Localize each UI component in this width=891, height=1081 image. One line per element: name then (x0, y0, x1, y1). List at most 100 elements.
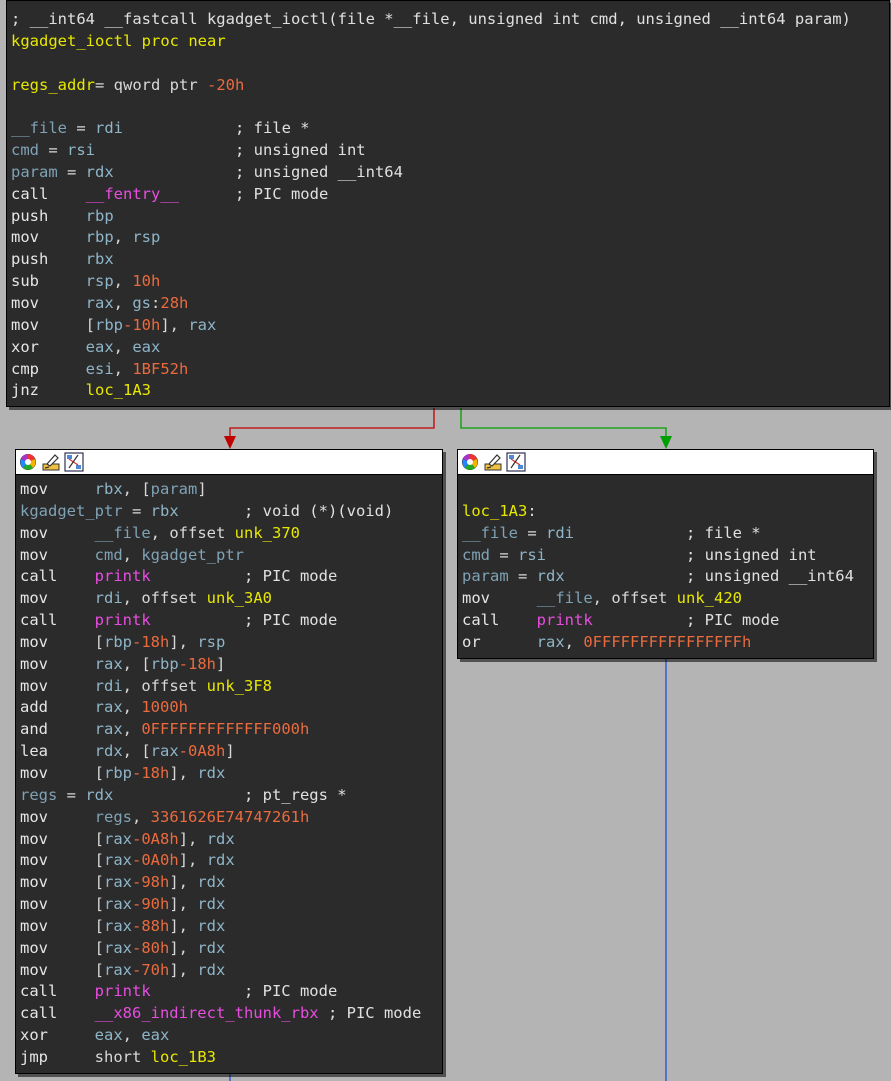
code-line[interactable]: mov rbx, [param] (20, 479, 442, 501)
code-line[interactable]: mov regs, 3361626E74747261h (20, 807, 442, 829)
code-line[interactable] (462, 479, 873, 501)
code-line[interactable]: call __x86_indirect_thunk_rbx ; PIC mode (20, 1003, 442, 1025)
code-block-false-branch[interactable]: mov rbx, [param] kgadget_ptr = rbx ; void… (15, 449, 443, 1074)
token-name[interactable]: kgadget_ioctl (11, 32, 132, 50)
code-line[interactable]: call printk ; PIC mode (20, 981, 442, 1003)
code-line[interactable]: kgadget_ptr = rbx ; void (*)(void) (20, 501, 442, 523)
token-label[interactable]: unk_420 (677, 589, 742, 607)
code-line[interactable]: sub rsp, 10h (11, 271, 889, 293)
code-line[interactable]: mov [rax-90h], rdx (20, 894, 442, 916)
code-line[interactable]: mov [rax-80h], rdx (20, 938, 442, 960)
token-func[interactable]: __fentry__ (86, 185, 179, 203)
code-line[interactable]: call printk ; PIC mode (20, 566, 442, 588)
token-label[interactable]: unk_370 (235, 524, 300, 542)
code-line[interactable]: add rax, 1000h (20, 697, 442, 719)
code-line[interactable]: or rax, 0FFFFFFFFFFFFFFFFh (462, 632, 873, 654)
token-comment: ; unsigned int (95, 141, 366, 160)
code-line[interactable]: mov [rbp-18h], rdx (20, 763, 442, 785)
code-line[interactable] (11, 53, 889, 75)
token-plain: , offset (122, 676, 207, 695)
code-line[interactable]: cmp esi, 1BF52h (11, 359, 889, 381)
code-line[interactable]: cmd = rsi ; unsigned int (11, 140, 889, 162)
code-line[interactable]: mov rdi, offset unk_3F8 (20, 676, 442, 698)
token-plain: : (527, 501, 537, 520)
code-line[interactable]: param = rdx ; unsigned __int64 (462, 566, 873, 588)
code-line[interactable]: cmd = rsi ; unsigned int (462, 545, 873, 567)
color-palette-icon[interactable] (460, 452, 480, 472)
code-line[interactable]: ; __int64 __fastcall kgadget_ioctl(file … (11, 9, 889, 31)
token-plain: , (113, 359, 133, 378)
code-line[interactable]: jmp short loc_1B3 (20, 1047, 442, 1069)
graph-nodes-icon[interactable] (506, 452, 526, 472)
token-func[interactable]: printk (537, 611, 593, 629)
code-line[interactable]: mov [rax-0A8h], rdx (20, 829, 442, 851)
code-line[interactable]: lea rdx, [rax-0A8h] (20, 741, 442, 763)
token-reg: rbp (104, 632, 133, 651)
code-line[interactable]: kgadget_ioctl proc near (11, 31, 889, 53)
code-line[interactable]: jnz loc_1A3 (11, 380, 889, 402)
code-line[interactable]: loc_1A3: (462, 501, 873, 523)
code-line[interactable]: mov rdi, offset unk_3A0 (20, 588, 442, 610)
code-line[interactable]: mov rbp, rsp (11, 227, 889, 249)
code-line[interactable]: mov __file, offset unk_420 (462, 588, 873, 610)
code-block-true-branch[interactable]: loc_1A3: __file = rdi ; file * cmd = rsi ;… (457, 449, 874, 659)
code-line[interactable]: mov [rbp-10h], rax (11, 315, 889, 337)
code-line[interactable]: mov rax, [rbp-18h] (20, 654, 442, 676)
graph-nodes-icon[interactable] (64, 452, 84, 472)
token-label[interactable]: loc_1A3 (462, 502, 527, 520)
token-var: cmd (94, 545, 123, 564)
code-line[interactable]: and rax, 0FFFFFFFFFFFFF000h (20, 719, 442, 741)
code-line[interactable]: __file = rdi ; file * (462, 523, 873, 545)
token-num: -0A0h (132, 851, 179, 870)
code-line[interactable]: xor eax, eax (11, 337, 889, 359)
code-line[interactable] (11, 96, 889, 118)
token-plain: ], (169, 873, 198, 892)
color-palette-icon[interactable] (18, 452, 38, 472)
code-block-entry[interactable]: ; __int64 __fastcall kgadget_ioctl(file … (6, 0, 890, 407)
token-label[interactable]: loc_1B3 (151, 1048, 216, 1066)
code-line[interactable]: mov cmd, kgadget_ptr (20, 545, 442, 567)
rename-edit-icon[interactable] (483, 452, 503, 472)
token-func[interactable]: printk (95, 611, 151, 629)
token-mnem: or (462, 632, 481, 651)
code-line[interactable]: regs = rdx ; pt_regs * (20, 785, 442, 807)
token-label[interactable]: unk_3F8 (207, 677, 272, 695)
code-line[interactable]: mov __file, offset unk_370 (20, 523, 442, 545)
token-var: regs (94, 807, 132, 826)
rename-edit-icon[interactable] (41, 452, 61, 472)
token-reg: esi (85, 359, 114, 378)
token-func[interactable]: printk (95, 982, 151, 1000)
token-reg: rax (94, 698, 123, 717)
edge-true-branch (460, 408, 667, 440)
token-comment: ; PIC mode (592, 611, 780, 630)
code-line[interactable]: mov [rax-98h], rdx (20, 872, 442, 894)
token-func[interactable]: printk (95, 567, 151, 585)
token-mnem: and (20, 720, 48, 739)
code-line[interactable]: xor eax, eax (20, 1025, 442, 1047)
token-mnem: call (20, 567, 58, 586)
code-line[interactable]: param = rdx ; unsigned __int64 (11, 162, 889, 184)
code-line[interactable]: mov [rax-70h], rdx (20, 960, 442, 982)
token-reg: rax (104, 829, 133, 848)
token-name[interactable]: regs_addr (11, 76, 95, 94)
token-comment: ; PIC mode (150, 982, 338, 1001)
token-label[interactable]: loc_1A3 (86, 381, 151, 399)
token-reg: rax (94, 654, 123, 673)
code-line[interactable]: regs_addr= qword ptr -20h (11, 75, 889, 97)
code-line[interactable]: mov rax, gs:28h (11, 293, 889, 315)
token-label[interactable]: unk_3A0 (207, 589, 272, 607)
code-line[interactable]: call printk ; PIC mode (20, 610, 442, 632)
code-line[interactable]: __file = rdi ; file * (11, 118, 889, 140)
code-line[interactable]: mov [rbp-18h], rsp (20, 632, 442, 654)
token-func[interactable]: __x86_indirect_thunk_rbx (95, 1004, 319, 1022)
code-line[interactable]: push rbp (11, 206, 889, 228)
code-line[interactable]: call __fentry__ ; PIC mode (11, 184, 889, 206)
code-line[interactable]: mov [rax-0A0h], rdx (20, 850, 442, 872)
code-line[interactable]: call printk ; PIC mode (462, 610, 873, 632)
code-line[interactable]: push rbx (11, 249, 889, 271)
code-line[interactable]: mov [rax-88h], rdx (20, 916, 442, 938)
